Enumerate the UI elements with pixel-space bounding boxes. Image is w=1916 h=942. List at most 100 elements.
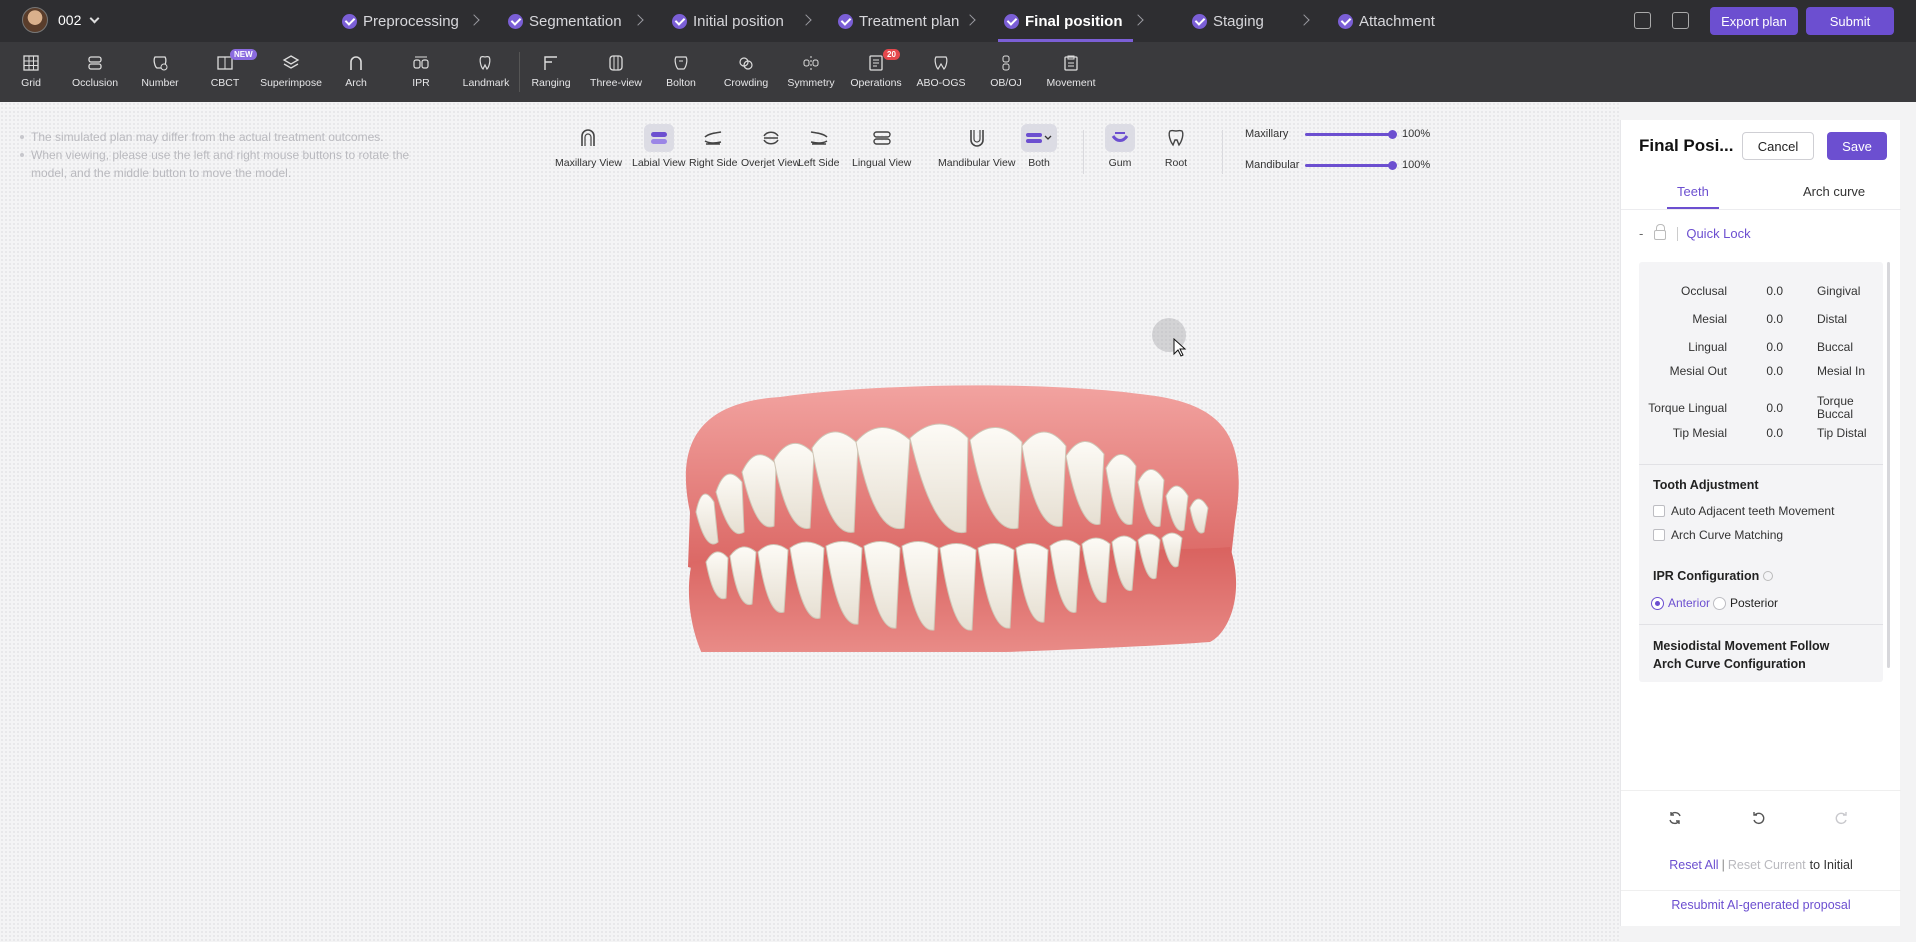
tool-label: Operations	[850, 77, 902, 89]
dental-3d-model[interactable]	[670, 352, 1240, 652]
tool-label: Bolton	[666, 77, 696, 89]
check-icon	[672, 13, 687, 29]
step-attachment[interactable]: Attachment	[1338, 0, 1435, 42]
tool-ob-oj[interactable]: OB/OJ	[975, 42, 1037, 102]
slider-value: 100%	[1402, 159, 1431, 171]
slider-track[interactable]	[1305, 129, 1397, 139]
refresh-icon[interactable]	[1667, 810, 1683, 826]
radio-dot[interactable]	[1713, 596, 1726, 610]
tool-ranging[interactable]: Ranging	[520, 42, 582, 102]
panel-tabs: Teeth Arch curve	[1621, 176, 1901, 210]
tab-teeth[interactable]: Teeth	[1667, 184, 1719, 209]
tool-number[interactable]: Number	[129, 42, 191, 102]
movement-value[interactable]: 0.0	[1727, 340, 1783, 354]
tool-symmetry[interactable]: Symmetry	[780, 42, 842, 102]
toggle-gum[interactable]: Gum	[1105, 124, 1135, 169]
step-final-position[interactable]: Final position	[998, 0, 1132, 42]
tool-landmark[interactable]: Landmark	[455, 42, 517, 102]
check-icon	[342, 13, 357, 29]
maxillary-opacity-slider[interactable]: Maxillary 100%	[1245, 126, 1445, 142]
save-button[interactable]: Save	[1827, 132, 1887, 160]
movement-right-label: Distal	[1817, 311, 1848, 326]
checkbox-box[interactable]	[1653, 505, 1665, 517]
view-lingual[interactable]: Lingual View	[852, 124, 911, 169]
radio-dot[interactable]	[1651, 596, 1664, 610]
step-label: Attachment	[1359, 12, 1435, 30]
abo-icon	[934, 56, 948, 70]
quick-lock-link[interactable]: Quick Lock	[1686, 226, 1750, 241]
step-segmentation[interactable]: Segmentation	[508, 0, 622, 42]
checkbox-box[interactable]	[1653, 529, 1665, 541]
tool-cbct[interactable]: CBCT NEW	[194, 42, 257, 102]
step-label: Segmentation	[529, 12, 622, 30]
toggle-root[interactable]: Root	[1161, 124, 1191, 169]
view-left-side[interactable]: Left Side	[798, 124, 839, 169]
movement-value[interactable]: 0.0	[1727, 401, 1783, 415]
movement-value[interactable]: 0.0	[1727, 426, 1783, 440]
divider	[1621, 790, 1901, 791]
radio-label: Posterior	[1730, 596, 1779, 610]
tool-operations[interactable]: Operations 20	[845, 42, 907, 102]
tool-occlusion[interactable]: Occlusion	[64, 42, 126, 102]
movement-left-label: Torque Lingual	[1648, 400, 1727, 415]
tool-crowding[interactable]: Crowding	[715, 42, 777, 102]
auto-adjacent-checkbox[interactable]: Auto Adjacent teeth Movement	[1653, 504, 1834, 518]
3d-viewport[interactable]: The simulated plan may differ from the a…	[0, 102, 1620, 942]
view-both-dropdown[interactable]: Both	[1021, 124, 1057, 169]
export-plan-button[interactable]: Export plan	[1710, 7, 1798, 35]
tool-ipr[interactable]: IPR	[390, 42, 452, 102]
step-treatment-plan[interactable]: Treatment plan	[838, 0, 959, 42]
step-staging[interactable]: Staging	[1192, 0, 1264, 42]
step-initial-position[interactable]: Initial position	[672, 0, 784, 42]
tab-arch-curve[interactable]: Arch curve	[1803, 184, 1865, 199]
movement-value[interactable]: 0.0	[1727, 284, 1783, 298]
movement-value[interactable]: 0.0	[1727, 312, 1783, 326]
ranging-icon	[544, 56, 557, 70]
tool-bolton[interactable]: Bolton	[650, 42, 712, 102]
tool-superimpose[interactable]: Superimpose	[260, 42, 322, 102]
tool-label: ABO-OGS	[916, 77, 966, 89]
mandibular-opacity-slider[interactable]: Mandibular 100%	[1245, 157, 1445, 173]
lock-icon[interactable]	[1654, 224, 1667, 240]
tool-movement[interactable]: Movement	[1040, 42, 1102, 102]
overjet-view-icon	[756, 124, 786, 152]
new-badge: NEW	[230, 49, 257, 60]
info-icon[interactable]	[1763, 571, 1774, 581]
redo-icon[interactable]	[1833, 810, 1849, 826]
arch-curve-matching-checkbox[interactable]: Arch Curve Matching	[1653, 528, 1783, 542]
submit-button[interactable]: Submit	[1806, 7, 1894, 35]
tool-abo-ogs[interactable]: ABO-OGS	[910, 42, 972, 102]
view-labial[interactable]: Labial View	[632, 124, 686, 169]
view-right-side[interactable]: Right Side	[689, 124, 737, 169]
resubmit-ai-proposal-link[interactable]: Resubmit AI-generated proposal	[1621, 898, 1901, 912]
image-icon[interactable]	[1672, 12, 1689, 29]
reset-separator: |	[1721, 858, 1725, 872]
movement-value[interactable]: 0.0	[1727, 364, 1783, 378]
radio-anterior[interactable]: Anterior	[1651, 596, 1710, 610]
tool-arch[interactable]: Arch	[325, 42, 387, 102]
view-mandibular[interactable]: Mandibular View	[938, 124, 1015, 169]
divider	[1639, 464, 1883, 465]
crowding-icon	[739, 57, 753, 70]
cancel-button[interactable]: Cancel	[1742, 132, 1814, 160]
tool-grid[interactable]: Grid	[0, 42, 62, 102]
step-preprocessing[interactable]: Preprocessing	[342, 0, 459, 42]
radio-posterior[interactable]: Posterior	[1713, 596, 1778, 610]
view-overjet[interactable]: Overjet View	[741, 124, 800, 169]
tool-three-view[interactable]: Three-view	[585, 42, 647, 102]
view-maxillary[interactable]: Maxillary View	[555, 124, 622, 169]
view-label: Both	[1028, 157, 1050, 169]
chevron-right-icon	[1132, 14, 1144, 26]
reset-current-link[interactable]: Reset Current	[1728, 858, 1806, 872]
inbox-icon[interactable]	[1634, 12, 1651, 29]
slider-track[interactable]	[1305, 160, 1397, 170]
user-menu[interactable]: 002	[22, 7, 100, 33]
panel-scrollbar[interactable]	[1887, 262, 1890, 668]
tooth-icon	[479, 55, 491, 71]
undo-icon[interactable]	[1751, 810, 1767, 826]
collapse-toggle[interactable]: -	[1639, 226, 1643, 241]
reset-row: Reset All | Reset Current to Initial	[1621, 858, 1901, 872]
movement-row-tip: Tip Mesial 0.0 Tip Distal	[1639, 426, 1883, 440]
tool-label: Grid	[21, 77, 41, 89]
reset-all-link[interactable]: Reset All	[1669, 858, 1718, 872]
